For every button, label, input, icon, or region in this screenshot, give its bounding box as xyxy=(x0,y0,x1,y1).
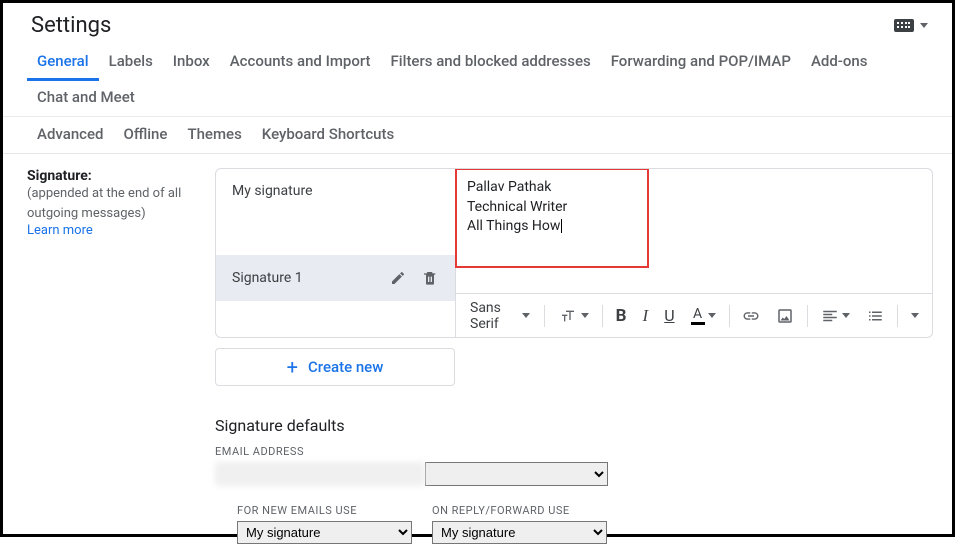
signature-item-blurred xyxy=(216,213,455,255)
email-address-blurred xyxy=(215,462,425,486)
font-size-button[interactable] xyxy=(551,302,596,330)
signature-subtext: (appended at the end of all outgoing mes… xyxy=(27,184,205,223)
caret-down-icon xyxy=(920,23,928,28)
caret-down-icon xyxy=(522,313,530,318)
tab-inbox[interactable]: Inbox xyxy=(163,44,220,81)
tab-add-ons[interactable]: Add-ons xyxy=(801,44,878,81)
plus-icon: + xyxy=(287,355,298,379)
editor-line: Technical Writer xyxy=(467,198,637,218)
list-button[interactable] xyxy=(859,301,891,331)
signature-defaults-heading: Signature defaults xyxy=(215,416,933,435)
reply-forward-label: ON REPLY/FORWARD USE xyxy=(432,504,607,517)
tab-forwarding-and-pop-imap[interactable]: Forwarding and POP/IMAP xyxy=(601,44,801,81)
create-new-label: Create new xyxy=(308,358,383,376)
align-button[interactable] xyxy=(814,301,857,331)
tab-offline[interactable]: Offline xyxy=(113,117,177,154)
learn-more-link[interactable]: Learn more xyxy=(27,223,205,238)
more-formatting-button[interactable] xyxy=(904,307,926,324)
tab-themes[interactable]: Themes xyxy=(177,117,251,154)
tab-advanced[interactable]: Advanced xyxy=(27,117,113,154)
tab-labels[interactable]: Labels xyxy=(99,44,163,81)
signature-item[interactable]: My signature xyxy=(216,169,455,213)
signature-item-selected[interactable]: Signature 1 xyxy=(216,255,455,301)
email-address-select[interactable] xyxy=(425,462,608,486)
editor-line: Pallav Pathak xyxy=(467,178,637,198)
tab-filters-and-blocked-addresses[interactable]: Filters and blocked addresses xyxy=(381,44,601,81)
signature-item-name: Signature 1 xyxy=(232,270,303,286)
caret-down-icon xyxy=(708,313,716,318)
email-address-label: EMAIL ADDRESS xyxy=(215,445,933,458)
signature-item-name: My signature xyxy=(232,183,313,199)
reply-forward-select[interactable]: My signature xyxy=(432,521,607,544)
signature-editor-box: My signature Signature 1 xyxy=(215,168,933,338)
delete-icon[interactable] xyxy=(421,269,439,287)
caret-down-icon xyxy=(581,313,589,318)
signature-list: My signature Signature 1 xyxy=(216,169,456,337)
caret-down-icon xyxy=(842,313,850,318)
tab-keyboard-shortcuts[interactable]: Keyboard Shortcuts xyxy=(252,117,404,154)
input-tools-button[interactable] xyxy=(894,19,928,32)
link-button[interactable] xyxy=(735,301,767,331)
tab-general[interactable]: General xyxy=(27,44,99,81)
tab-accounts-and-import[interactable]: Accounts and Import xyxy=(220,44,381,81)
font-family-select[interactable]: Sans Serif xyxy=(462,294,538,338)
editor-line: All Things How xyxy=(467,217,637,237)
page-title: Settings xyxy=(31,13,111,38)
image-button[interactable] xyxy=(769,301,801,331)
font-family-label: Sans Serif xyxy=(470,300,519,332)
text-color-button[interactable]: A xyxy=(684,301,723,331)
keyboard-icon xyxy=(894,19,914,32)
editor-highlight: Pallav Pathak Technical Writer All Thing… xyxy=(455,168,649,268)
new-emails-select[interactable]: My signature xyxy=(237,521,412,544)
caret-down-icon xyxy=(911,313,919,318)
bold-button[interactable]: B xyxy=(609,300,634,332)
editor-toolbar: Sans Serif B I U A xyxy=(456,293,932,337)
new-emails-label: FOR NEW EMAILS USE xyxy=(237,504,412,517)
tab-chat-and-meet[interactable]: Chat and Meet xyxy=(27,80,145,117)
signature-heading: Signature: xyxy=(27,168,205,184)
create-new-button[interactable]: + Create new xyxy=(215,348,455,386)
signature-editor[interactable]: Pallav Pathak Technical Writer All Thing… xyxy=(456,169,932,293)
underline-button[interactable]: U xyxy=(657,300,681,331)
edit-icon[interactable] xyxy=(389,269,407,287)
italic-button[interactable]: I xyxy=(636,300,656,332)
